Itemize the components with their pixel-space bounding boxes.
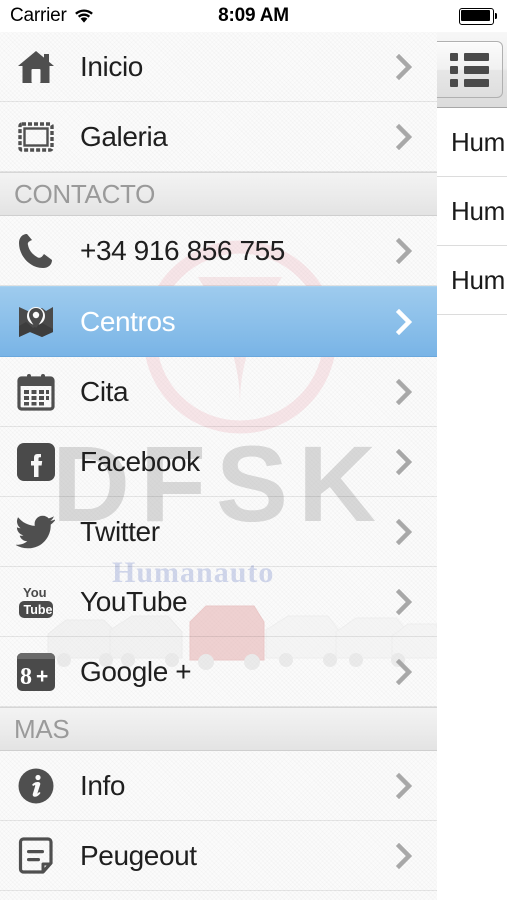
- chevron-right-icon: [395, 772, 413, 800]
- youtube-icon: You Tube: [14, 580, 58, 624]
- content-panel: Hum Hum Hum: [437, 32, 507, 900]
- svg-text:8: 8: [20, 664, 32, 690]
- status-bar-time: 8:09 AM: [218, 5, 289, 26]
- map-pin-icon: [14, 300, 58, 344]
- menu-rows: Inicio Galeria CONTACTO +34 916 856 755 …: [0, 32, 437, 900]
- gallery-icon: [14, 115, 58, 159]
- chevron-right-icon: [395, 53, 413, 81]
- menu-item-label: Twitter: [80, 515, 160, 547]
- chevron-right-icon: [395, 123, 413, 151]
- document-icon: [14, 834, 58, 878]
- svg-text:Tube: Tube: [24, 603, 53, 617]
- menu-item-inicio[interactable]: Inicio: [0, 32, 437, 102]
- list-item[interactable]: Hum: [437, 246, 507, 315]
- menu-item-centros[interactable]: Centros: [0, 286, 437, 357]
- facebook-icon: [14, 440, 58, 484]
- section-header-contacto: CONTACTO: [0, 172, 437, 216]
- chevron-right-icon: [395, 588, 413, 616]
- phone-icon: [14, 229, 58, 273]
- menu-item-label: Cita: [80, 375, 129, 407]
- svg-text:You: You: [23, 585, 47, 600]
- app-screen: Carrier 8:09 AM DFSK Humanauto Inicio Ga…: [0, 0, 507, 900]
- svg-text:+: +: [36, 665, 48, 688]
- menu-item-label: YouTube: [80, 585, 188, 617]
- home-icon: [14, 45, 58, 89]
- list-item-label: Hum: [451, 126, 505, 157]
- menu-item-facebook[interactable]: Facebook: [0, 427, 437, 497]
- content-navbar: [437, 32, 507, 108]
- menu-item-cita[interactable]: Cita: [0, 357, 437, 427]
- section-header-mas: MAS: [0, 707, 437, 751]
- twitter-icon: [14, 510, 58, 554]
- list-item-label: Hum: [451, 195, 505, 226]
- slide-menu: DFSK Humanauto Inicio Galeria CONTACTO +…: [0, 32, 437, 900]
- menu-item-label: Centros: [80, 305, 176, 337]
- menu-item-mercedes[interactable]: Mercedes B: [0, 891, 437, 900]
- menu-item-label: Peugeout: [80, 839, 197, 871]
- status-bar: Carrier 8:09 AM: [0, 0, 507, 32]
- chevron-right-icon: [395, 237, 413, 265]
- menu-item-info[interactable]: Info: [0, 751, 437, 821]
- status-bar-right: [459, 7, 497, 25]
- list-item[interactable]: Hum: [437, 177, 507, 246]
- menu-item-youtube[interactable]: You Tube YouTube: [0, 567, 437, 637]
- chevron-right-icon: [395, 842, 413, 870]
- menu-item-googleplus[interactable]: 8 + Google +: [0, 637, 437, 707]
- menu-item-label: Galeria: [80, 120, 168, 152]
- menu-item-label: +34 916 856 755: [80, 234, 285, 266]
- menu-item-label: Inicio: [80, 50, 143, 82]
- menu-item-label: Google +: [80, 655, 192, 687]
- list-item-label: Hum: [451, 264, 505, 295]
- list-item[interactable]: Hum: [437, 108, 507, 177]
- chevron-right-icon: [395, 658, 413, 686]
- menu-item-label: Info: [80, 769, 126, 801]
- info-icon: [14, 764, 58, 808]
- menu-item-twitter[interactable]: Twitter: [0, 497, 437, 567]
- battery-full-icon: [459, 7, 497, 25]
- chevron-right-icon: [395, 308, 413, 336]
- chevron-right-icon: [395, 378, 413, 406]
- calendar-icon: [14, 370, 58, 414]
- chevron-right-icon: [395, 448, 413, 476]
- chevron-right-icon: [395, 518, 413, 546]
- content-list: Hum Hum Hum: [437, 108, 507, 315]
- list-menu-icon[interactable]: [437, 41, 503, 98]
- menu-item-peugeout[interactable]: Peugeout: [0, 821, 437, 891]
- section-header-label: CONTACTO: [14, 178, 156, 209]
- menu-item-label: Facebook: [80, 445, 200, 477]
- googleplus-icon: 8 +: [14, 650, 58, 694]
- menu-item-phone[interactable]: +34 916 856 755: [0, 216, 437, 286]
- section-header-label: MAS: [14, 713, 70, 744]
- menu-item-galeria[interactable]: Galeria: [0, 102, 437, 172]
